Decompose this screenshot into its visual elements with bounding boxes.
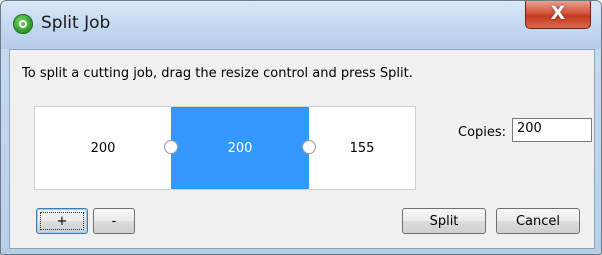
window-title: Split Job bbox=[41, 13, 111, 33]
copies-input[interactable]: 200 bbox=[512, 118, 592, 142]
close-button[interactable]: X bbox=[525, 1, 591, 29]
split-button[interactable]: Split bbox=[402, 208, 486, 234]
segment-3-value: 155 bbox=[349, 140, 375, 156]
segment-1-value: 200 bbox=[90, 140, 116, 156]
copies-label: Copies: bbox=[458, 125, 507, 140]
add-segment-button[interactable]: + bbox=[36, 208, 88, 234]
dialog-body: To split a cutting job, drag the resize … bbox=[9, 49, 595, 249]
resize-handle-2[interactable] bbox=[302, 140, 316, 154]
split-button-label: Split bbox=[429, 213, 459, 229]
cancel-button[interactable]: Cancel bbox=[496, 208, 580, 234]
cancel-button-label: Cancel bbox=[515, 213, 561, 229]
segment-2-value: 200 bbox=[227, 140, 253, 156]
split-resize-control[interactable]: 200 200 155 bbox=[34, 106, 416, 190]
remove-segment-button[interactable]: - bbox=[93, 208, 135, 234]
split-job-window: Split Job X To split a cutting job, drag… bbox=[0, 0, 602, 255]
app-icon bbox=[13, 14, 33, 34]
segment-2-selected[interactable]: 200 bbox=[171, 107, 309, 189]
focus-ring bbox=[40, 212, 84, 230]
title-bar[interactable]: Split Job X bbox=[1, 1, 601, 49]
instruction-text: To split a cutting job, drag the resize … bbox=[22, 66, 413, 81]
segment-1[interactable]: 200 bbox=[35, 107, 171, 189]
resize-handle-1[interactable] bbox=[164, 140, 178, 154]
remove-segment-label: - bbox=[111, 213, 117, 229]
segment-3[interactable]: 155 bbox=[309, 107, 415, 189]
close-icon: X bbox=[550, 2, 566, 24]
